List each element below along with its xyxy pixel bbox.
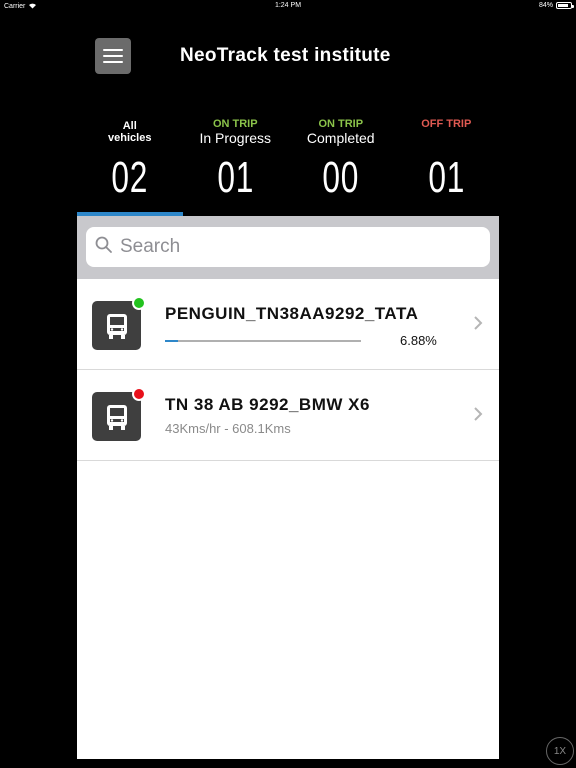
clock: 1:24 PM	[274, 2, 302, 9]
battery-icon	[556, 2, 574, 9]
vehicle-name: TN 38 AB 9292_BMW X6	[165, 395, 370, 414]
chevron-right-icon	[473, 402, 483, 428]
tab-count: 01	[216, 153, 254, 202]
hamburger-icon-bar	[103, 49, 123, 51]
tab-count: 02	[111, 153, 149, 202]
tab-count: 01	[427, 153, 465, 202]
page-title: NeoTrack test institute	[180, 45, 391, 66]
tab-label-top: ON TRIP	[318, 118, 364, 130]
tab-label-top: ON TRIP	[212, 118, 258, 130]
tab-all-vehicles[interactable]: All vehicles 02	[77, 108, 183, 216]
tab-in-progress[interactable]: ON TRIP In Progress 01	[183, 108, 289, 216]
status-indicator	[132, 387, 146, 401]
vehicle-list-item[interactable]: PENGUIN_TN38AA9292_TATA 6.88%	[77, 279, 499, 370]
battery-fill	[558, 4, 569, 7]
status-bar: Carrier 1:24 PM 84%	[0, 0, 576, 14]
search-icon	[95, 236, 113, 259]
tab-completed[interactable]: ON TRIP Completed 00	[288, 108, 394, 216]
vehicle-list-item[interactable]: TN 38 AB 9292_BMW X6 43Kms/hr - 608.1Kms	[77, 370, 499, 461]
trip-progress-percent: 6.88%	[400, 333, 437, 348]
tab-label-top: OFF TRIP	[421, 118, 472, 130]
status-bar-right: 84%	[538, 2, 574, 9]
trip-progress-bar	[165, 340, 361, 342]
menu-button[interactable]	[95, 38, 131, 74]
hamburger-icon-bar	[103, 55, 123, 57]
tab-off-trip[interactable]: OFF TRIP 01	[394, 108, 500, 216]
tab-label-sub: Completed	[306, 130, 375, 146]
search-bar: Search	[77, 216, 499, 279]
vehicle-speed-distance: 43Kms/hr - 608.1Kms	[165, 421, 291, 436]
search-input[interactable]: Search	[86, 227, 490, 267]
search-placeholder: Search	[120, 236, 181, 257]
speed-multiplier-button[interactable]: 1X	[546, 737, 574, 765]
hamburger-icon-bar	[103, 61, 123, 63]
bus-icon	[92, 296, 146, 350]
tab-label-sub: vehicles	[108, 132, 152, 144]
bus-icon	[92, 387, 146, 441]
status-indicator	[132, 296, 146, 310]
battery-percent: 84%	[538, 2, 553, 9]
vehicle-list-panel: Search PENGUIN_TN38AA9292_TATA 6.88% TN …	[77, 216, 499, 759]
tab-label-sub: In Progress	[199, 130, 272, 146]
tab-label-top: All	[122, 120, 137, 132]
vehicle-filter-tabs: All vehicles 02 ON TRIP In Progress 01 O…	[77, 108, 499, 216]
vehicle-name: PENGUIN_TN38AA9292_TATA	[165, 304, 419, 323]
trip-progress-fill	[165, 340, 179, 342]
tab-count: 00	[322, 153, 360, 202]
chevron-right-icon	[473, 311, 483, 337]
